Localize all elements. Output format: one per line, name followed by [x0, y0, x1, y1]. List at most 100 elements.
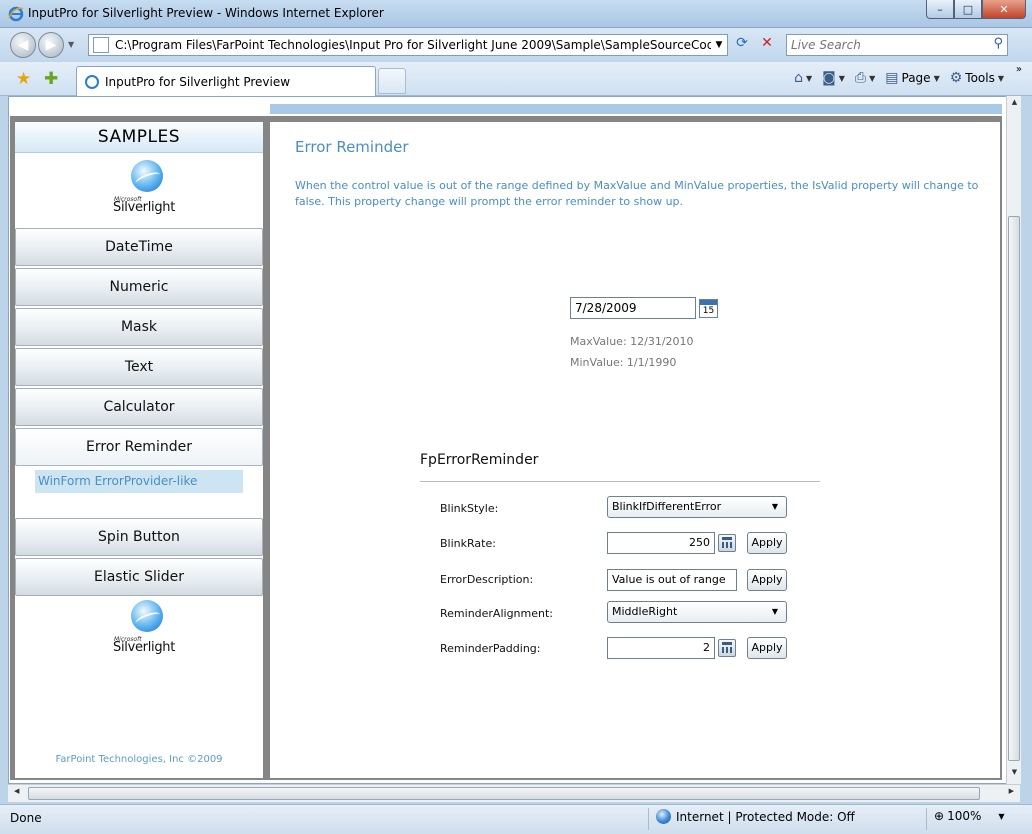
vertical-scroll-thumb[interactable] [1008, 216, 1020, 761]
url-input[interactable]: C:\Program Files\FarPoint Technologies\I… [88, 34, 728, 56]
favorites-star-icon[interactable]: ★ [16, 69, 31, 89]
sidebar-subitem-errorprovider[interactable]: WinForm ErrorProvider-like [35, 470, 243, 493]
home-button[interactable]: ⌂ ▼ [794, 70, 812, 86]
sidebar-item-error-reminder[interactable]: Error Reminder [15, 428, 263, 466]
address-bar: ◀ ▶ ▼ C:\Program Files\FarPoint Technolo… [0, 28, 1032, 62]
top-strip [10, 104, 1002, 116]
reminder-alignment-select[interactable]: MiddleRight ▼ [607, 601, 787, 623]
window-title: InputPro for Silverlight Preview - Windo… [28, 6, 384, 20]
new-tab-button[interactable] [378, 68, 406, 94]
security-zone[interactable]: Internet | Protected Mode: Off [656, 809, 855, 824]
arrow-left-icon: ◀ [17, 37, 29, 53]
title-bar: InputPro for Silverlight Preview - Windo… [0, 0, 1032, 28]
page-menu-label: Page [901, 71, 931, 85]
scroll-right-icon[interactable]: ▶ [1009, 787, 1014, 795]
scroll-up-icon[interactable]: ▲ [1008, 98, 1021, 112]
page-title: Error Reminder [295, 138, 409, 156]
vertical-scrollbar[interactable]: ▲ ▼ [1006, 96, 1021, 784]
reminder-alignment-label: ReminderAlignment: [440, 607, 553, 620]
chevron-down-icon: ▼ [997, 73, 1004, 83]
tab-label: InputPro for Silverlight Preview [105, 74, 291, 89]
sample-panel: Error Reminder When the control value is… [270, 122, 1000, 778]
samples-header: SAMPLES [15, 122, 263, 153]
printer-icon: ⎙ [854, 70, 867, 86]
reminder-padding-label: ReminderPadding: [440, 642, 541, 655]
close-button[interactable]: ✕ [982, 0, 1026, 19]
calculator-icon[interactable] [718, 639, 736, 657]
scroll-down-icon[interactable]: ▼ [1008, 768, 1021, 782]
silverlight-logo-icon: Microsoft Silverlight [111, 600, 181, 664]
sidebar-item-elastic-slider[interactable]: Elastic Slider [15, 558, 263, 596]
blink-rate-input[interactable]: 250 [607, 532, 715, 554]
print-button[interactable]: ⎙ ▼ [855, 70, 875, 86]
sidebar-item-text[interactable]: Text [15, 348, 263, 386]
calculator-icon[interactable] [718, 534, 736, 552]
security-zone-text: Internet | Protected Mode: Off [676, 809, 855, 824]
blink-style-label: BlinkStyle: [440, 502, 499, 515]
sidebar-item-datetime[interactable]: DateTime [15, 228, 263, 266]
globe-icon [656, 809, 671, 824]
status-text: Done [10, 811, 42, 825]
feeds-button[interactable]: ◙ ▼ [822, 70, 845, 86]
ie-logo-icon [8, 6, 24, 22]
arrow-right-icon: ▶ [45, 37, 57, 53]
chevron-down-icon: ▼ [933, 73, 940, 83]
home-icon: ⌂ [794, 70, 803, 86]
add-favorites-icon[interactable]: ✚ [44, 69, 58, 89]
horizontal-scrollbar[interactable]: ◀ ▶ [8, 784, 1020, 802]
chevron-down-icon: ▼ [869, 73, 876, 83]
blink-rate-apply-button[interactable]: Apply [747, 532, 787, 554]
horizontal-scroll-thumb[interactable] [28, 787, 980, 800]
gear-icon: ⚙ [949, 70, 963, 86]
calendar-button[interactable]: 15 [699, 299, 718, 318]
blink-style-select[interactable]: BlinkIfDifferentError ▼ [607, 496, 787, 518]
chevron-down-icon: ▼ [838, 73, 845, 83]
tab-active[interactable]: InputPro for Silverlight Preview [76, 66, 376, 96]
error-description-apply-button[interactable]: Apply [747, 569, 787, 591]
copyright-text: FarPoint Technologies, Inc ©2009 [55, 754, 223, 765]
chevron-down-icon: ▼ [771, 607, 778, 616]
rss-icon: ◙ [822, 70, 836, 86]
blink-rate-label: BlinkRate: [440, 537, 496, 550]
url-text: C:\Program Files\FarPoint Technologies\I… [115, 38, 711, 52]
search-icon[interactable]: ⚲ [993, 36, 1003, 51]
section-title: FpErrorReminder [420, 452, 539, 468]
search-input[interactable] [787, 35, 977, 55]
page-icon [93, 37, 109, 53]
back-button[interactable]: ◀ [10, 32, 36, 58]
status-bar: Done Internet | Protected Mode: Off ⊕ 10… [0, 804, 1032, 834]
error-description-input[interactable]: Value is out of range [607, 569, 737, 591]
zoom-control[interactable]: ⊕ 100% ▼ [934, 809, 1005, 823]
page-icon: ▤ [885, 70, 899, 86]
page-description: When the control value is out of the ran… [295, 179, 979, 208]
max-value-text: MaxValue: 12/31/2010 [570, 335, 694, 348]
reminder-padding-input[interactable]: 2 [607, 637, 715, 659]
favorites-bar: ★ ✚ InputPro for Silverlight Preview ⌂ ▼… [0, 62, 1032, 96]
sidebar-item-spin-button[interactable]: Spin Button [15, 518, 263, 556]
reminder-padding-apply-button[interactable]: Apply [747, 637, 787, 659]
tools-menu-button[interactable]: ⚙ Tools ▼ [950, 70, 1004, 86]
zoom-level: 100% [947, 809, 982, 823]
sidebar-item-calculator[interactable]: Calculator [15, 388, 263, 426]
search-box[interactable]: ⚲ [786, 34, 1008, 56]
min-value-text: MinValue: 1/1/1990 [570, 356, 677, 369]
date-input[interactable]: 7/28/2009 [570, 297, 696, 319]
stop-icon[interactable]: ✕ [756, 35, 778, 55]
ie-page-icon [85, 74, 99, 89]
refresh-icon[interactable]: ⟳ [731, 35, 753, 55]
url-dropdown-icon[interactable]: ▼ [711, 40, 727, 50]
calendar-icon: 15 [702, 306, 715, 316]
chevron-down-icon: ▼ [771, 502, 778, 511]
tools-menu-label: Tools [965, 71, 995, 85]
history-dropdown-icon[interactable]: ▼ [68, 40, 74, 49]
scroll-left-icon[interactable]: ◀ [14, 787, 19, 795]
page-menu-button[interactable]: ▤ Page ▼ [885, 70, 939, 86]
more-commands-icon[interactable]: » [1016, 64, 1022, 75]
chevron-down-icon: ▼ [998, 811, 1005, 821]
samples-sidebar: SAMPLES Microsoft Silverlight DateTime N… [15, 122, 263, 778]
sidebar-item-numeric[interactable]: Numeric [15, 268, 263, 306]
minimize-button[interactable]: – [926, 0, 954, 19]
maximize-button[interactable]: □ [954, 0, 982, 19]
forward-button[interactable]: ▶ [38, 32, 64, 58]
sidebar-item-mask[interactable]: Mask [15, 308, 263, 346]
